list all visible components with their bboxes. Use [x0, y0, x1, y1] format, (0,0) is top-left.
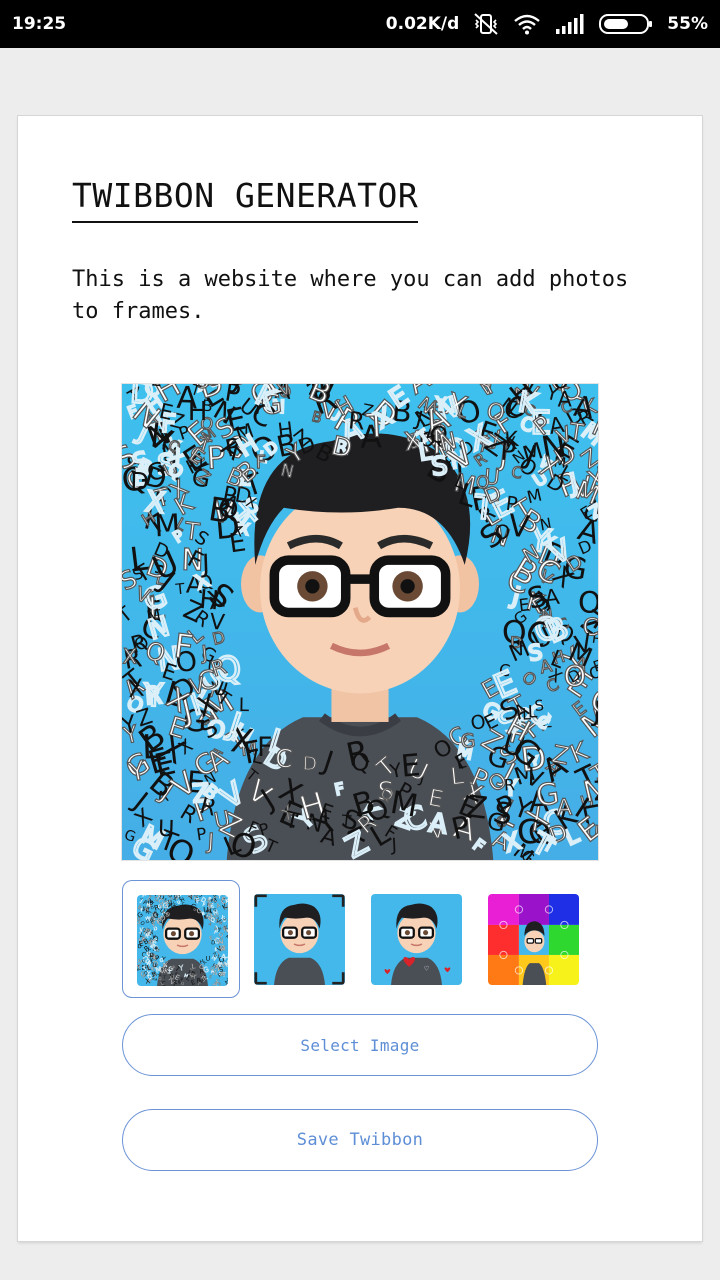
frame-thumb-hearts-image: ♡ — [371, 894, 462, 985]
frame-thumb-corner-image — [254, 894, 345, 985]
frame-letter: Q — [137, 916, 140, 921]
frame-thumb-puzzle-image — [488, 894, 579, 985]
vibrate-off-icon — [473, 12, 499, 36]
main-card: TWIBBON GENERATOR This is a website wher… — [18, 116, 702, 1241]
frame-letter: L — [522, 704, 532, 723]
frame-letter: H — [188, 397, 208, 427]
frame-letter: P — [225, 895, 228, 898]
frame-letter: J — [390, 835, 397, 856]
battery-percent: 55% — [667, 14, 708, 34]
frame-letter: E — [150, 384, 163, 391]
frame-letter: K — [225, 898, 228, 905]
frame-letter: V — [507, 509, 532, 546]
frame-thumb-letters[interactable]: BGCFUDJNYYFFRPPXACKHYYLMCZFHTDKNXJYDQQBA… — [122, 880, 240, 998]
select-image-button[interactable]: Select Image — [122, 1014, 598, 1076]
save-twibbon-button[interactable]: Save Twibbon — [122, 1109, 598, 1171]
frame-letter: Y — [433, 394, 447, 415]
signal-icon — [555, 13, 585, 35]
frame-thumb-puzzle[interactable] — [474, 880, 592, 998]
network-speed: 0.02K/d — [385, 14, 460, 34]
twibbon-preview-image: XFBLOBPBVTHPPAFNMDCYAQKLTZNKXONOAGCGPJNY… — [122, 384, 598, 860]
frame-letter: U — [203, 905, 209, 914]
frame-thumb-hearts[interactable]: ♡ — [357, 880, 475, 998]
frame-thumbnails: BGCFUDJNYYFFRPPXACKHYYLMCZFHTDKNXJYDQQBA… — [122, 880, 598, 1000]
battery-icon — [599, 13, 653, 35]
frame-letter: A — [556, 795, 573, 822]
frame-letter: G — [140, 971, 146, 978]
page-description: This is a website where you can add phot… — [72, 267, 629, 324]
frame-letter: A — [225, 933, 228, 939]
svg-text:♡: ♡ — [424, 964, 430, 972]
frame-letter: U — [227, 916, 228, 924]
frame-letter: R — [504, 775, 516, 794]
frame-letter: D — [302, 754, 317, 776]
frame-letter: H — [223, 917, 226, 922]
status-bar: 19:25 0.02K/d 55% — [0, 0, 720, 48]
page-title: TWIBBON GENERATOR — [72, 176, 419, 223]
frame-letter: A — [558, 387, 573, 411]
status-icons: 0.02K/d 55% — [386, 12, 708, 36]
wifi-icon — [513, 13, 541, 35]
frame-thumb-corner[interactable] — [240, 880, 358, 998]
frame-letter: S — [534, 697, 545, 715]
frame-letter: C — [274, 744, 293, 774]
frame-thumb-letters-image: BGCFUDJNYYFFRPPXACKHYYLMCZFHTDKNXJYDQQBA… — [137, 895, 228, 986]
status-time: 19:25 — [12, 14, 67, 34]
frame-letter: V — [209, 610, 226, 636]
